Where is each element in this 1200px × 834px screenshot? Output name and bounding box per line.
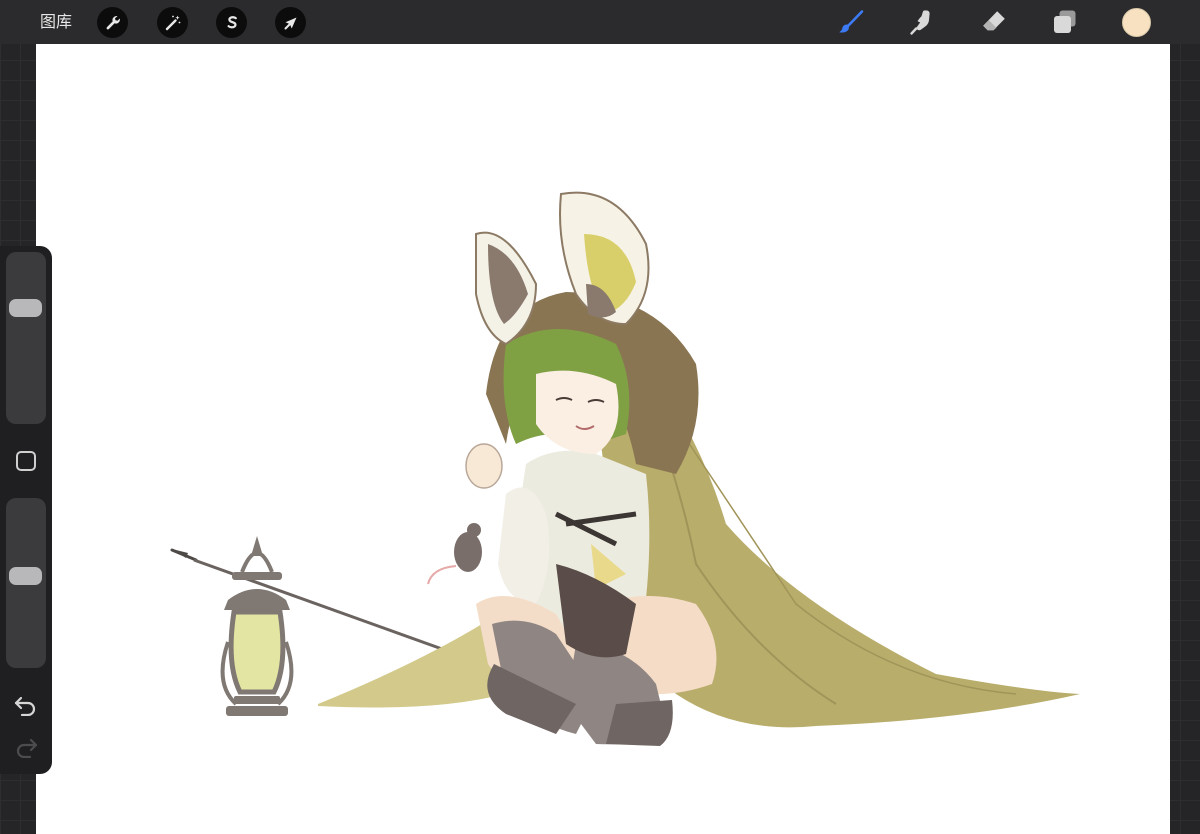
selection-button[interactable]: [216, 7, 247, 38]
artwork-illustration: [170, 191, 1080, 746]
wrench-icon: [106, 15, 120, 29]
opacity-thumb[interactable]: [9, 566, 42, 585]
undo-icon: [14, 696, 36, 716]
brush-tool-button[interactable]: [836, 7, 866, 37]
drawing-canvas[interactable]: [36, 44, 1170, 834]
redo-icon: [16, 738, 38, 758]
square-modify-icon: [16, 451, 36, 471]
magic-wand-icon: [165, 15, 180, 30]
gallery-button[interactable]: 图库: [40, 11, 72, 33]
transform-button[interactable]: [275, 7, 306, 38]
layers-icon: [1054, 10, 1076, 33]
current-color-swatch[interactable]: [1122, 8, 1151, 37]
smudge-finger-icon: [910, 10, 930, 35]
layers-button[interactable]: [1050, 7, 1080, 37]
top-toolbar: 图库: [0, 0, 1200, 44]
brush-size-thumb[interactable]: [9, 299, 42, 318]
brush-size-slider[interactable]: [6, 252, 46, 424]
smudge-tool-button[interactable]: [907, 7, 937, 37]
left-sidebar: [0, 246, 52, 774]
modify-button[interactable]: [15, 450, 37, 472]
undo-button[interactable]: [13, 694, 39, 716]
actions-button[interactable]: [97, 7, 128, 38]
adjustments-button[interactable]: [157, 7, 188, 38]
brush-icon: [839, 10, 864, 33]
selection-s-icon: [227, 15, 237, 28]
eraser-tool-button[interactable]: [979, 7, 1009, 37]
opacity-slider[interactable]: [6, 498, 46, 668]
eraser-icon: [983, 11, 1005, 31]
arrow-cursor-icon: [284, 17, 296, 29]
redo-button[interactable]: [13, 736, 39, 758]
